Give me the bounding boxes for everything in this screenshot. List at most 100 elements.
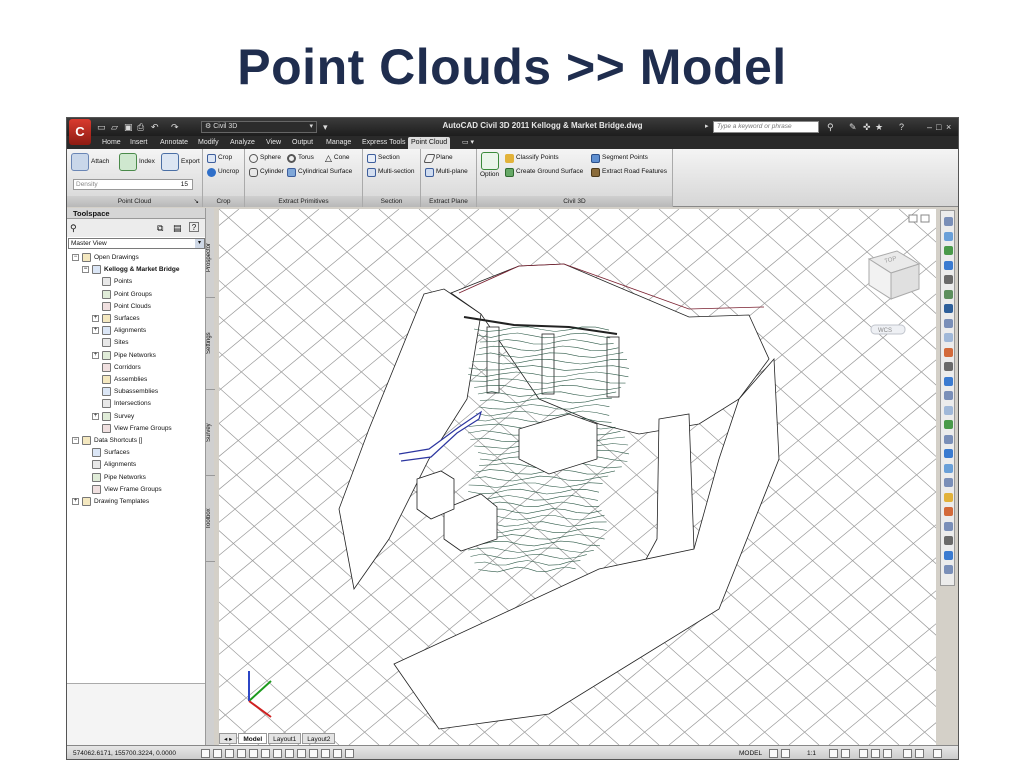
expand-icon[interactable]: + — [72, 498, 79, 505]
tab-layout2[interactable]: Layout2 — [302, 733, 336, 744]
tree-node[interactable]: Points — [92, 276, 132, 287]
tree-node[interactable]: + Survey — [92, 411, 134, 422]
section-button[interactable]: Section — [367, 153, 400, 163]
attach-button[interactable]: Attach — [71, 153, 109, 171]
viewport-controls[interactable] — [908, 214, 930, 223]
tab-survey[interactable]: Survey — [206, 390, 215, 476]
nav-tool-icon[interactable] — [944, 507, 953, 516]
nav-tool-icon[interactable] — [944, 217, 953, 226]
nav-tool-icon[interactable] — [944, 478, 953, 487]
3d-osnap-toggle-icon[interactable] — [261, 749, 270, 758]
uncrop-button[interactable]: Uncrop — [207, 167, 239, 177]
cone-button[interactable]: △ Cone — [325, 153, 349, 163]
drawing-canvas[interactable]: TOP WCS — [219, 209, 936, 745]
tab-layout1[interactable]: Layout1 — [268, 733, 302, 744]
toggle-view-icon[interactable]: ⧉ — [157, 223, 163, 234]
model-space-label[interactable]: MODEL — [739, 749, 762, 759]
nav-tool-icon[interactable] — [944, 246, 953, 255]
nav-tool-icon[interactable] — [944, 362, 953, 371]
tab-point-cloud[interactable]: Point Cloud — [408, 137, 451, 149]
nav-tool-icon[interactable] — [944, 231, 953, 241]
multi-plane-button[interactable]: Multi-plane — [425, 167, 468, 177]
subscription-icon[interactable]: ✜ — [863, 121, 871, 133]
otrack-toggle-icon[interactable] — [273, 749, 282, 758]
segment-points-button[interactable]: Segment Points — [591, 153, 648, 163]
hardware-accel-icon[interactable] — [883, 749, 892, 758]
nav-tool-icon[interactable] — [944, 463, 953, 473]
tree-node[interactable]: View Frame Groups — [92, 423, 172, 434]
search-icon[interactable]: ⚲ — [70, 223, 77, 234]
nav-tool-icon[interactable] — [944, 318, 953, 328]
favorites-star-icon[interactable]: ★ — [875, 121, 883, 133]
nav-tool-icon[interactable] — [944, 275, 953, 284]
tab-model[interactable]: Model — [238, 733, 268, 744]
transparency-toggle-icon[interactable] — [321, 749, 330, 758]
wcs-label[interactable]: WCS — [878, 328, 892, 334]
status-menu-icon[interactable] — [915, 749, 924, 758]
lineweight-toggle-icon[interactable] — [309, 749, 318, 758]
nav-tool-icon[interactable] — [944, 434, 953, 444]
snap-toggle-icon[interactable] — [201, 749, 210, 758]
dialog-launcher-icon[interactable]: ↘ — [194, 196, 199, 207]
quick-view-layouts-icon[interactable] — [769, 749, 778, 758]
expand-icon[interactable]: + — [92, 327, 99, 335]
nav-tool-icon[interactable] — [944, 449, 953, 458]
annotation-visibility-icon[interactable] — [829, 749, 838, 758]
auto-scale-icon[interactable] — [841, 749, 850, 758]
tree-node[interactable]: Point Clouds — [92, 301, 151, 312]
tree-node[interactable]: Intersections — [92, 398, 151, 409]
cylinder-button[interactable]: Cylinder — [249, 167, 284, 177]
workspace-switch-icon[interactable] — [859, 749, 868, 758]
master-view-select[interactable]: Master View ▾ — [68, 238, 205, 249]
tree-node[interactable]: − Kellogg & Market Bridge — [82, 264, 179, 275]
multi-section-button[interactable]: Multi-section — [367, 167, 414, 177]
nav-tool-icon[interactable] — [944, 304, 953, 313]
extract-road-features-button[interactable]: Extract Road Features — [591, 167, 667, 177]
grid-toggle-icon[interactable] — [213, 749, 222, 758]
panel-title-point-cloud[interactable]: Point Cloud ↘ — [67, 196, 202, 207]
nav-tool-icon[interactable] — [944, 391, 953, 400]
tree-node[interactable]: Alignments — [82, 459, 136, 470]
toolbar-lock-icon[interactable] — [871, 749, 880, 758]
selection-cycle-toggle-icon[interactable] — [345, 749, 354, 758]
tab-express-tools[interactable]: Express Tools — [359, 137, 408, 149]
restore-icon[interactable]: □ — [936, 121, 941, 133]
tab-modify[interactable]: Modify — [195, 137, 222, 149]
panel-toggle-icon[interactable]: ▭ ▾ — [459, 137, 477, 149]
collapse-icon[interactable]: − — [72, 254, 79, 261]
dyn-toggle-icon[interactable] — [297, 749, 306, 758]
tab-toolbox[interactable]: Toolbox — [206, 476, 215, 562]
tree-node[interactable]: Subassemblies — [92, 386, 158, 397]
nav-tool-icon[interactable] — [944, 405, 953, 415]
expand-icon[interactable]: + — [92, 315, 99, 322]
nav-tool-icon[interactable] — [944, 347, 953, 357]
item-view-icon[interactable]: ▤ — [173, 223, 182, 234]
tree-node[interactable]: Sites — [92, 337, 128, 348]
viewcube[interactable]: TOP WCS — [867, 250, 921, 335]
create-ground-surface-button[interactable]: Create Ground Surface — [505, 167, 583, 177]
layout-nav-icon[interactable]: ◂ ▸ — [219, 733, 238, 744]
annotation-scale[interactable]: 1:1 — [807, 749, 816, 759]
expand-icon[interactable]: + — [92, 412, 99, 420]
tab-manage[interactable]: Manage — [323, 137, 354, 149]
option-button[interactable]: Option — [480, 152, 499, 180]
tree-node[interactable]: + Pipe Networks — [92, 350, 156, 361]
tab-insert[interactable]: Insert — [127, 137, 151, 149]
tab-analyze[interactable]: Analyze — [227, 137, 258, 149]
sphere-button[interactable]: Sphere — [249, 153, 281, 163]
polar-toggle-icon[interactable] — [237, 749, 246, 758]
plane-button[interactable]: Plane — [423, 153, 453, 163]
binoculars-icon[interactable]: ⚲ — [827, 121, 834, 133]
nav-tool-icon[interactable] — [944, 550, 953, 560]
osnap-toggle-icon[interactable] — [249, 749, 258, 758]
tree-node[interactable]: Corridors — [92, 362, 141, 373]
ducs-toggle-icon[interactable] — [285, 749, 294, 758]
search-input[interactable]: Type a keyword or phrase — [713, 121, 819, 133]
tab-annotate[interactable]: Annotate — [157, 137, 191, 149]
expand-icon[interactable]: + — [92, 351, 99, 359]
index-button[interactable]: Index — [119, 153, 155, 171]
classify-points-button[interactable]: Classify Points — [505, 153, 559, 163]
nav-tool-icon[interactable] — [944, 521, 953, 531]
tab-home[interactable]: Home — [99, 137, 124, 149]
cylindrical-surface-button[interactable]: Cylindrical Surface — [287, 167, 352, 177]
